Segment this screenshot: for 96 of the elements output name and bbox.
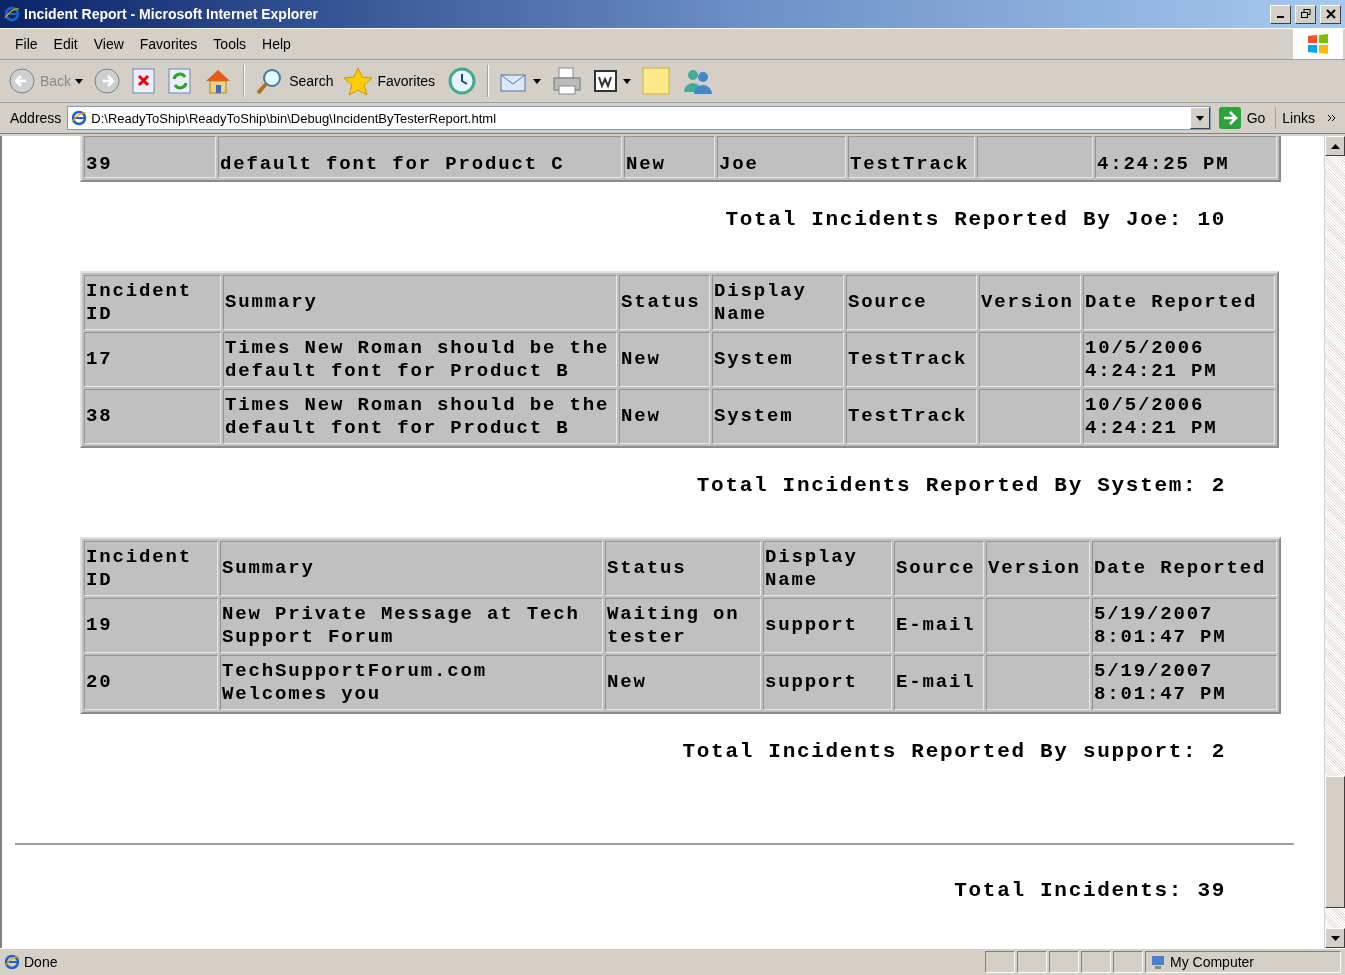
column-header: Version [986, 541, 1090, 596]
links-button[interactable]: Links [1282, 110, 1341, 126]
down-arrow-icon [1330, 935, 1340, 941]
table-cell: New Private Message at Tech Support Forum [220, 598, 603, 653]
column-header: Status [605, 541, 761, 596]
search-button[interactable]: Search [255, 66, 334, 96]
table-cell: New [619, 389, 710, 444]
window-title: Incident Report - Microsoft Internet Explorer [24, 6, 320, 22]
stop-icon[interactable] [131, 67, 158, 95]
minimize-button[interactable] [1270, 4, 1291, 24]
restore-icon [1300, 9, 1311, 19]
grand-total-text: Total Incidents: 39 [954, 879, 1226, 902]
table-cell: 5/19/2007 8:01:47 PM [1092, 655, 1277, 710]
status-text: Done [4, 954, 983, 970]
table-cell: default font for Product C [218, 136, 622, 178]
table-cell: support [763, 655, 892, 710]
table-cell: System [712, 389, 844, 444]
table-cell: Waiting on tester [605, 598, 761, 653]
column-header: Summary [223, 275, 617, 330]
close-button[interactable] [1320, 4, 1341, 24]
table-cell: TestTrack [846, 389, 977, 444]
scroll-down-button[interactable] [1325, 928, 1345, 948]
caret-icon [1195, 115, 1204, 121]
table-cell: 38 [84, 389, 221, 444]
chevron-icon [1327, 114, 1337, 122]
table-cell: Times New Roman should be the default font for Product B [223, 332, 617, 387]
menu-item[interactable]: Favorites [132, 34, 205, 54]
refresh-icon[interactable] [167, 67, 194, 95]
table-cell: 20 [84, 655, 218, 710]
menu-item[interactable]: Help [255, 34, 298, 54]
forward-button[interactable] [93, 67, 122, 95]
status-pane [985, 951, 1015, 973]
scroll-thumb[interactable] [1325, 776, 1345, 908]
column-header: Display Name [712, 275, 844, 330]
caret-icon [75, 78, 84, 84]
column-header: Incident ID [84, 275, 221, 330]
column-header: Version [979, 275, 1081, 330]
table-cell: TestTrack [846, 332, 977, 387]
restore-button[interactable] [1295, 4, 1316, 24]
table-cell: E-mail [894, 655, 984, 710]
menu-item[interactable]: Tools [206, 34, 254, 54]
table-cell: TestTrack [848, 136, 975, 178]
star-icon [343, 66, 374, 96]
address-label: Address [10, 110, 62, 126]
status-pane [1049, 951, 1079, 973]
total-text: Total Incidents Reported By System: 2 [696, 474, 1226, 497]
column-header: Status [619, 275, 710, 330]
table-cell: 10/5/2006 4:24:21 PM [1083, 332, 1275, 387]
table-cell: 5/19/2007 8:01:47 PM [1092, 598, 1277, 653]
table-cell: E-mail [894, 598, 984, 653]
zone-indicator: My Computer [1145, 951, 1341, 973]
document-icon [593, 68, 620, 94]
column-header: Source [894, 541, 984, 596]
up-arrow-icon [1330, 143, 1340, 149]
computer-icon [1150, 954, 1166, 970]
table-cell: 4:24:25 PM [1095, 136, 1277, 178]
column-header: Summary [220, 541, 603, 596]
scrollbar[interactable] [1324, 136, 1345, 948]
table-cell: Joe [717, 136, 846, 178]
caret-icon [623, 78, 632, 84]
address-field[interactable]: D:\ReadyToShip\ReadyToShip\bin\Debug\IncidentByTesterReport.html [67, 106, 1211, 130]
menu-item[interactable]: View [86, 34, 131, 54]
total-text: Total Incidents Reported By Joe: 10 [725, 208, 1226, 231]
close-icon [1325, 9, 1336, 19]
table-cell: 10/5/2006 4:24:21 PM [1083, 389, 1275, 444]
edit-button[interactable] [593, 68, 632, 94]
scroll-up-button[interactable] [1325, 136, 1345, 156]
dropdown-button[interactable] [1189, 107, 1210, 129]
browser-icon [71, 110, 88, 126]
table-cell: New [605, 655, 761, 710]
column-header: Display Name [763, 541, 892, 596]
status-pane [1081, 951, 1111, 973]
status-pane [1113, 951, 1143, 973]
menu-item[interactable]: File [8, 34, 45, 54]
go-button[interactable]: Go [1216, 107, 1277, 129]
table-cell: 19 [84, 598, 218, 653]
table-cell: 17 [84, 332, 221, 387]
table-cell: 39 [84, 136, 216, 178]
table-cell: New [624, 136, 715, 178]
column-header: Source [846, 275, 977, 330]
table-cell: Times New Roman should be the default font for Product B [223, 389, 617, 444]
browser-icon [4, 954, 20, 970]
column-header: Date Reported [1092, 541, 1277, 596]
table-cell: New [619, 332, 710, 387]
caret-icon [533, 78, 542, 84]
favorites-button[interactable]: Favorites [343, 66, 436, 96]
total-text: Total Incidents Reported By support: 2 [682, 740, 1226, 763]
column-header: Date Reported [1083, 275, 1275, 330]
column-header: Incident ID [84, 541, 218, 596]
menu-item[interactable]: Edit [46, 34, 85, 54]
table-cell: System [712, 332, 844, 387]
printer-icon[interactable] [551, 66, 584, 96]
status-pane [1017, 951, 1047, 973]
browser-icon [4, 6, 20, 22]
table-cell: support [763, 598, 892, 653]
table-cell: TechSupportForum.com Welcomes you [220, 655, 603, 710]
